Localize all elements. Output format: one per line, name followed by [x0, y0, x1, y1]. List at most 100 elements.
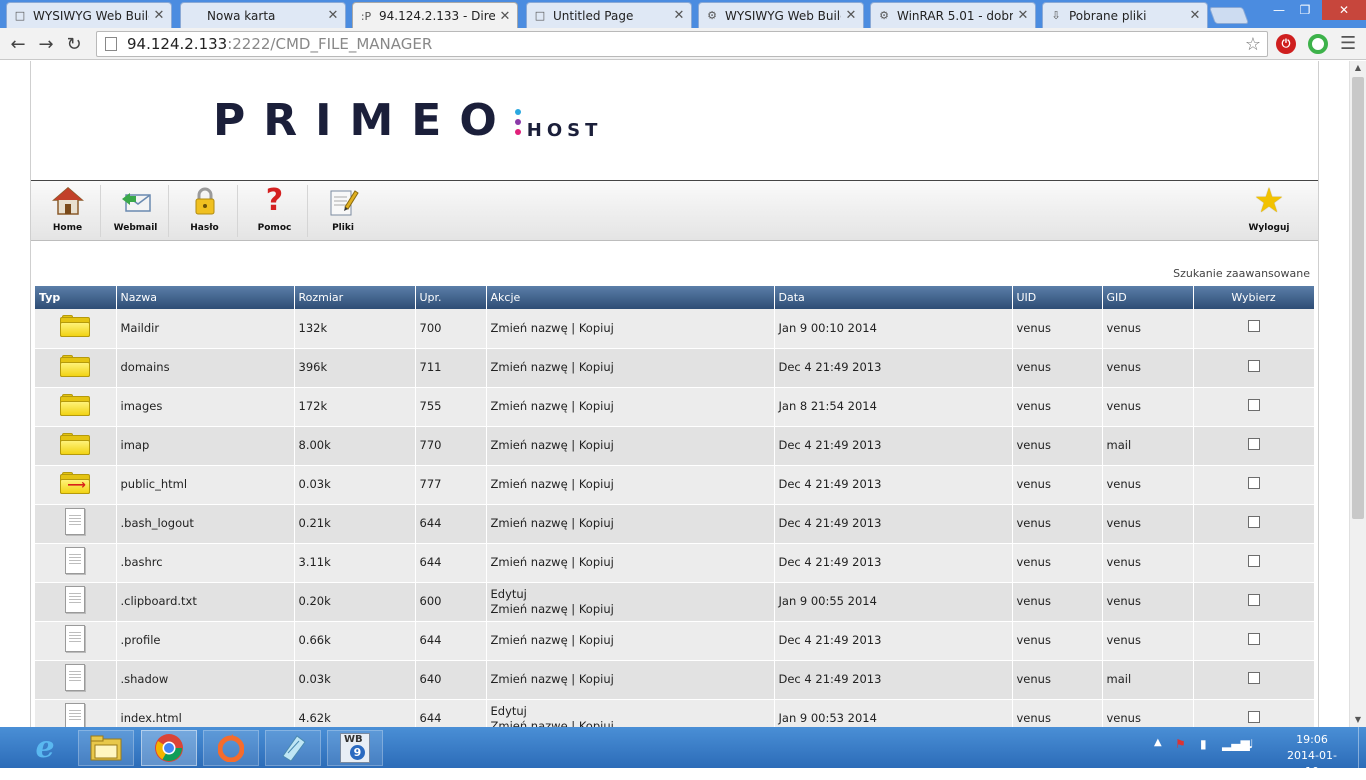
rename-link[interactable]: Zmień nazwę: [491, 719, 568, 728]
tray-overflow-icon[interactable]: ▲: [1154, 737, 1162, 748]
scroll-up-arrow-icon[interactable]: ▲: [1350, 61, 1366, 75]
text-file-icon[interactable]: [65, 664, 86, 691]
copy-link[interactable]: Kopiuj: [579, 399, 614, 413]
col-header-type[interactable]: Typ: [35, 286, 117, 309]
browser-tab[interactable]: :P 94.124.2.133 - DirectAc ✕: [352, 2, 518, 29]
scroll-down-arrow-icon[interactable]: ▼: [1350, 713, 1366, 727]
nav-help-button[interactable]: ? Pomoc: [242, 185, 308, 237]
taskbar-clock[interactable]: 19:06 2014-01-10: [1282, 732, 1342, 780]
cell-permissions[interactable]: 600: [415, 582, 487, 622]
nav-home-button[interactable]: Home: [35, 185, 101, 237]
copy-link[interactable]: Kopiuj: [579, 438, 614, 452]
select-checkbox[interactable]: [1247, 710, 1260, 723]
select-checkbox[interactable]: [1247, 476, 1260, 489]
scrollbar-thumb[interactable]: [1352, 77, 1364, 519]
select-checkbox[interactable]: [1247, 593, 1260, 606]
cell-name[interactable]: .bashrc: [116, 543, 295, 583]
edit-link[interactable]: Edytuj: [491, 704, 770, 719]
taskbar-chrome-button[interactable]: [141, 730, 197, 766]
cell-permissions[interactable]: 770: [415, 426, 487, 466]
tab-close-icon[interactable]: ✕: [327, 8, 339, 23]
maximize-button[interactable]: ❐: [1292, 0, 1318, 20]
text-file-icon[interactable]: [65, 508, 86, 535]
tab-close-icon[interactable]: ✕: [1189, 8, 1201, 23]
rename-link[interactable]: Zmień nazwę: [491, 321, 568, 335]
reload-button[interactable]: ↻: [62, 32, 86, 56]
col-header-permissions[interactable]: Upr.: [415, 286, 487, 309]
col-header-uid[interactable]: UID: [1012, 286, 1103, 309]
cell-permissions[interactable]: 640: [415, 660, 487, 700]
cell-permissions[interactable]: 644: [415, 504, 487, 544]
text-file-icon[interactable]: [65, 625, 86, 652]
folder-icon[interactable]: [60, 393, 91, 416]
folder-icon[interactable]: [60, 315, 91, 338]
rename-link[interactable]: Zmień nazwę: [491, 438, 568, 452]
nav-files-button[interactable]: Pliki: [310, 185, 376, 237]
folder-icon[interactable]: [60, 432, 91, 455]
tab-close-icon[interactable]: ✕: [1017, 8, 1029, 23]
taskbar-notepad-button[interactable]: [265, 730, 321, 766]
copy-link[interactable]: Kopiuj: [579, 555, 614, 569]
rename-link[interactable]: Zmień nazwę: [491, 672, 568, 686]
col-header-gid[interactable]: GID: [1102, 286, 1194, 309]
cell-permissions[interactable]: 644: [415, 699, 487, 727]
taskbar-wysiwyg-button[interactable]: WB 9: [327, 730, 383, 766]
forward-button[interactable]: →: [34, 32, 58, 56]
select-checkbox[interactable]: [1247, 398, 1260, 411]
edit-link[interactable]: Edytuj: [491, 587, 770, 602]
cell-name[interactable]: .profile: [116, 621, 295, 661]
cell-permissions[interactable]: 755: [415, 387, 487, 427]
browser-tab[interactable]: □ WYSIWYG Web Builde ✕: [6, 2, 172, 28]
tab-close-icon[interactable]: ✕: [845, 8, 857, 23]
tab-close-icon[interactable]: ✕: [499, 9, 511, 24]
rename-link[interactable]: Zmień nazwę: [491, 516, 568, 530]
copy-link[interactable]: Kopiuj: [579, 321, 614, 335]
chrome-menu-icon[interactable]: ☰: [1340, 35, 1356, 53]
extension-ring-icon[interactable]: [1308, 34, 1328, 54]
extension-stop-icon[interactable]: ⏻: [1276, 34, 1296, 54]
tray-network-icon[interactable]: ▂▄▆: [1222, 737, 1250, 751]
tab-close-icon[interactable]: ✕: [153, 8, 165, 23]
cell-name[interactable]: index.html: [116, 699, 295, 727]
cell-permissions[interactable]: 644: [415, 621, 487, 661]
copy-link[interactable]: Kopiuj: [579, 633, 614, 647]
nav-webmail-button[interactable]: Webmail: [103, 185, 169, 237]
cell-name[interactable]: public_html: [116, 465, 295, 505]
browser-tab[interactable]: ⇩ Pobrane pliki ✕: [1042, 2, 1208, 28]
text-file-icon[interactable]: [65, 703, 86, 727]
cell-name[interactable]: domains: [116, 348, 295, 388]
select-checkbox[interactable]: [1247, 632, 1260, 645]
select-checkbox[interactable]: [1247, 671, 1260, 684]
copy-link[interactable]: Kopiuj: [579, 360, 614, 374]
folder-link-icon[interactable]: ⟶: [60, 471, 91, 494]
browser-tab[interactable]: □ Untitled Page ✕: [526, 2, 692, 28]
cell-permissions[interactable]: 644: [415, 543, 487, 583]
cell-permissions[interactable]: 700: [415, 309, 487, 349]
select-checkbox[interactable]: [1247, 437, 1260, 450]
rename-link[interactable]: Zmień nazwę: [491, 477, 568, 491]
tab-close-icon[interactable]: ✕: [673, 8, 685, 23]
copy-link[interactable]: Kopiuj: [579, 672, 614, 686]
rename-link[interactable]: Zmień nazwę: [491, 360, 568, 374]
copy-link[interactable]: Kopiuj: [579, 516, 614, 530]
close-window-button[interactable]: ✕: [1322, 0, 1366, 20]
rename-link[interactable]: Zmień nazwę: [491, 602, 568, 616]
minimize-button[interactable]: —: [1266, 0, 1292, 20]
text-file-icon[interactable]: [65, 586, 86, 613]
cell-permissions[interactable]: 777: [415, 465, 487, 505]
cell-name[interactable]: .bash_logout: [116, 504, 295, 544]
rename-link[interactable]: Zmień nazwę: [491, 555, 568, 569]
cell-name[interactable]: imap: [116, 426, 295, 466]
tray-volume-icon[interactable]: ♩: [1248, 737, 1254, 751]
browser-tab[interactable]: ⚙ WYSIWYG Web Builde ✕: [698, 2, 864, 28]
taskbar-ie-button[interactable]: e: [16, 730, 74, 766]
taskbar-origin-button[interactable]: [203, 730, 259, 766]
copy-link[interactable]: Kopiuj: [579, 719, 614, 728]
taskbar-explorer-button[interactable]: [78, 730, 134, 766]
bookmark-star-icon[interactable]: ☆: [1245, 34, 1261, 55]
tray-battery-icon[interactable]: ▮: [1200, 737, 1207, 751]
select-checkbox[interactable]: [1247, 554, 1260, 567]
cell-permissions[interactable]: 711: [415, 348, 487, 388]
browser-tab[interactable]: Nowa karta ✕: [180, 2, 346, 28]
select-checkbox[interactable]: [1247, 515, 1260, 528]
